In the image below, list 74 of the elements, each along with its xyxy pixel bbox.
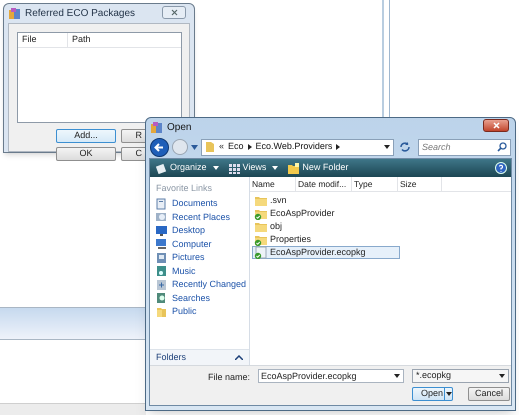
- section-header: Favorite Links: [155, 182, 214, 196]
- column-header[interactable]: Name: [250, 177, 296, 191]
- toolbar-button[interactable]: New Folder: [288, 161, 348, 175]
- folder-icon: [254, 220, 267, 233]
- window-title: Open: [167, 120, 192, 134]
- computer-icon: [156, 238, 167, 250]
- folders-bar[interactable]: Folders: [150, 349, 249, 365]
- folder-icon: [254, 233, 267, 246]
- caret-icon: [212, 166, 219, 170]
- field-label: File name:: [208, 371, 250, 384]
- music-icon: [156, 265, 167, 278]
- column-header[interactable]: File: [18, 33, 68, 47]
- search-field[interactable]: Search: [418, 138, 511, 156]
- picture-icon: [156, 252, 167, 264]
- button[interactable]: OK: [56, 147, 116, 161]
- file-item[interactable]: Properties: [252, 233, 400, 246]
- back-button[interactable]: [150, 138, 169, 156]
- chevron-icon[interactable]: [336, 144, 340, 150]
- folder-icon: [254, 194, 267, 207]
- sidebar-link[interactable]: Music: [172, 264, 196, 278]
- breadcrumb-overflow[interactable]: «: [219, 140, 224, 154]
- dropdown-icon: [446, 392, 452, 396]
- sidebar-link[interactable]: Pictures: [172, 251, 205, 264]
- dropdown-icon[interactable]: [384, 145, 390, 149]
- breadcrumb[interactable]: Eco: [228, 140, 244, 154]
- button[interactable]: R: [121, 129, 147, 143]
- close-icon: [170, 9, 178, 16]
- toolbar-button[interactable]: Organize: [156, 161, 219, 175]
- monitor-icon: [156, 224, 167, 237]
- column-header[interactable]: Date modif...: [296, 177, 352, 191]
- file-type-dropdown[interactable]: *.ecopkg: [412, 369, 509, 383]
- window-title: Referred ECO Packages: [25, 7, 136, 21]
- close-icon: [492, 122, 500, 129]
- folder-icon: [288, 162, 300, 174]
- file-item[interactable]: obj: [252, 220, 400, 233]
- package-icon: [254, 246, 267, 259]
- page-icon: [156, 162, 167, 174]
- folder-icon: [254, 207, 267, 220]
- file-item[interactable]: EcoAspProvider.ecopkg: [252, 246, 400, 259]
- app-icon: [150, 120, 163, 134]
- sidebar-link[interactable]: Public: [172, 305, 197, 318]
- close-button[interactable]: [483, 119, 509, 132]
- close-button[interactable]: [162, 6, 186, 19]
- file-item[interactable]: .svn: [252, 194, 400, 207]
- caret-icon: [272, 166, 278, 170]
- column-header[interactable]: Type: [352, 177, 398, 191]
- chevron-icon[interactable]: [248, 144, 252, 150]
- app-icon: [8, 7, 21, 20]
- file-item[interactable]: EcoAspProvider: [252, 207, 400, 220]
- search-icon: [497, 142, 507, 152]
- column-header[interactable]: Size: [398, 177, 442, 191]
- sidebar-link[interactable]: Searches: [172, 292, 210, 305]
- folder-icon: [205, 141, 215, 153]
- button[interactable]: Cancel: [468, 387, 510, 401]
- file-name-field[interactable]: EcoAspProvider.ecopkg: [258, 369, 404, 383]
- help-icon[interactable]: [495, 162, 507, 174]
- folder-icon: [156, 306, 167, 318]
- toolbar-button[interactable]: Views: [228, 161, 278, 175]
- refresh-button[interactable]: [399, 141, 411, 153]
- button[interactable]: Open: [412, 387, 453, 401]
- dropdown-icon: [499, 374, 505, 378]
- column-header[interactable]: Path: [68, 33, 181, 47]
- breadcrumb[interactable]: Eco.Web.Providers: [256, 140, 332, 154]
- sidebar-link[interactable]: Recent Places: [172, 210, 230, 224]
- address-bar[interactable]: « Eco Eco.Web.Providers: [201, 138, 394, 156]
- sidebar-link[interactable]: Desktop: [172, 224, 206, 238]
- button[interactable]: Add...: [56, 129, 116, 143]
- grid-icon: [228, 162, 240, 174]
- button[interactable]: C: [121, 147, 147, 161]
- dropdown-icon[interactable]: [394, 374, 400, 378]
- sidebar-link[interactable]: Recently Changed: [172, 278, 246, 292]
- chevron-up-icon: [235, 355, 243, 360]
- sidebar-link[interactable]: Documents: [172, 197, 218, 210]
- sidebar-link[interactable]: Computer: [172, 238, 212, 251]
